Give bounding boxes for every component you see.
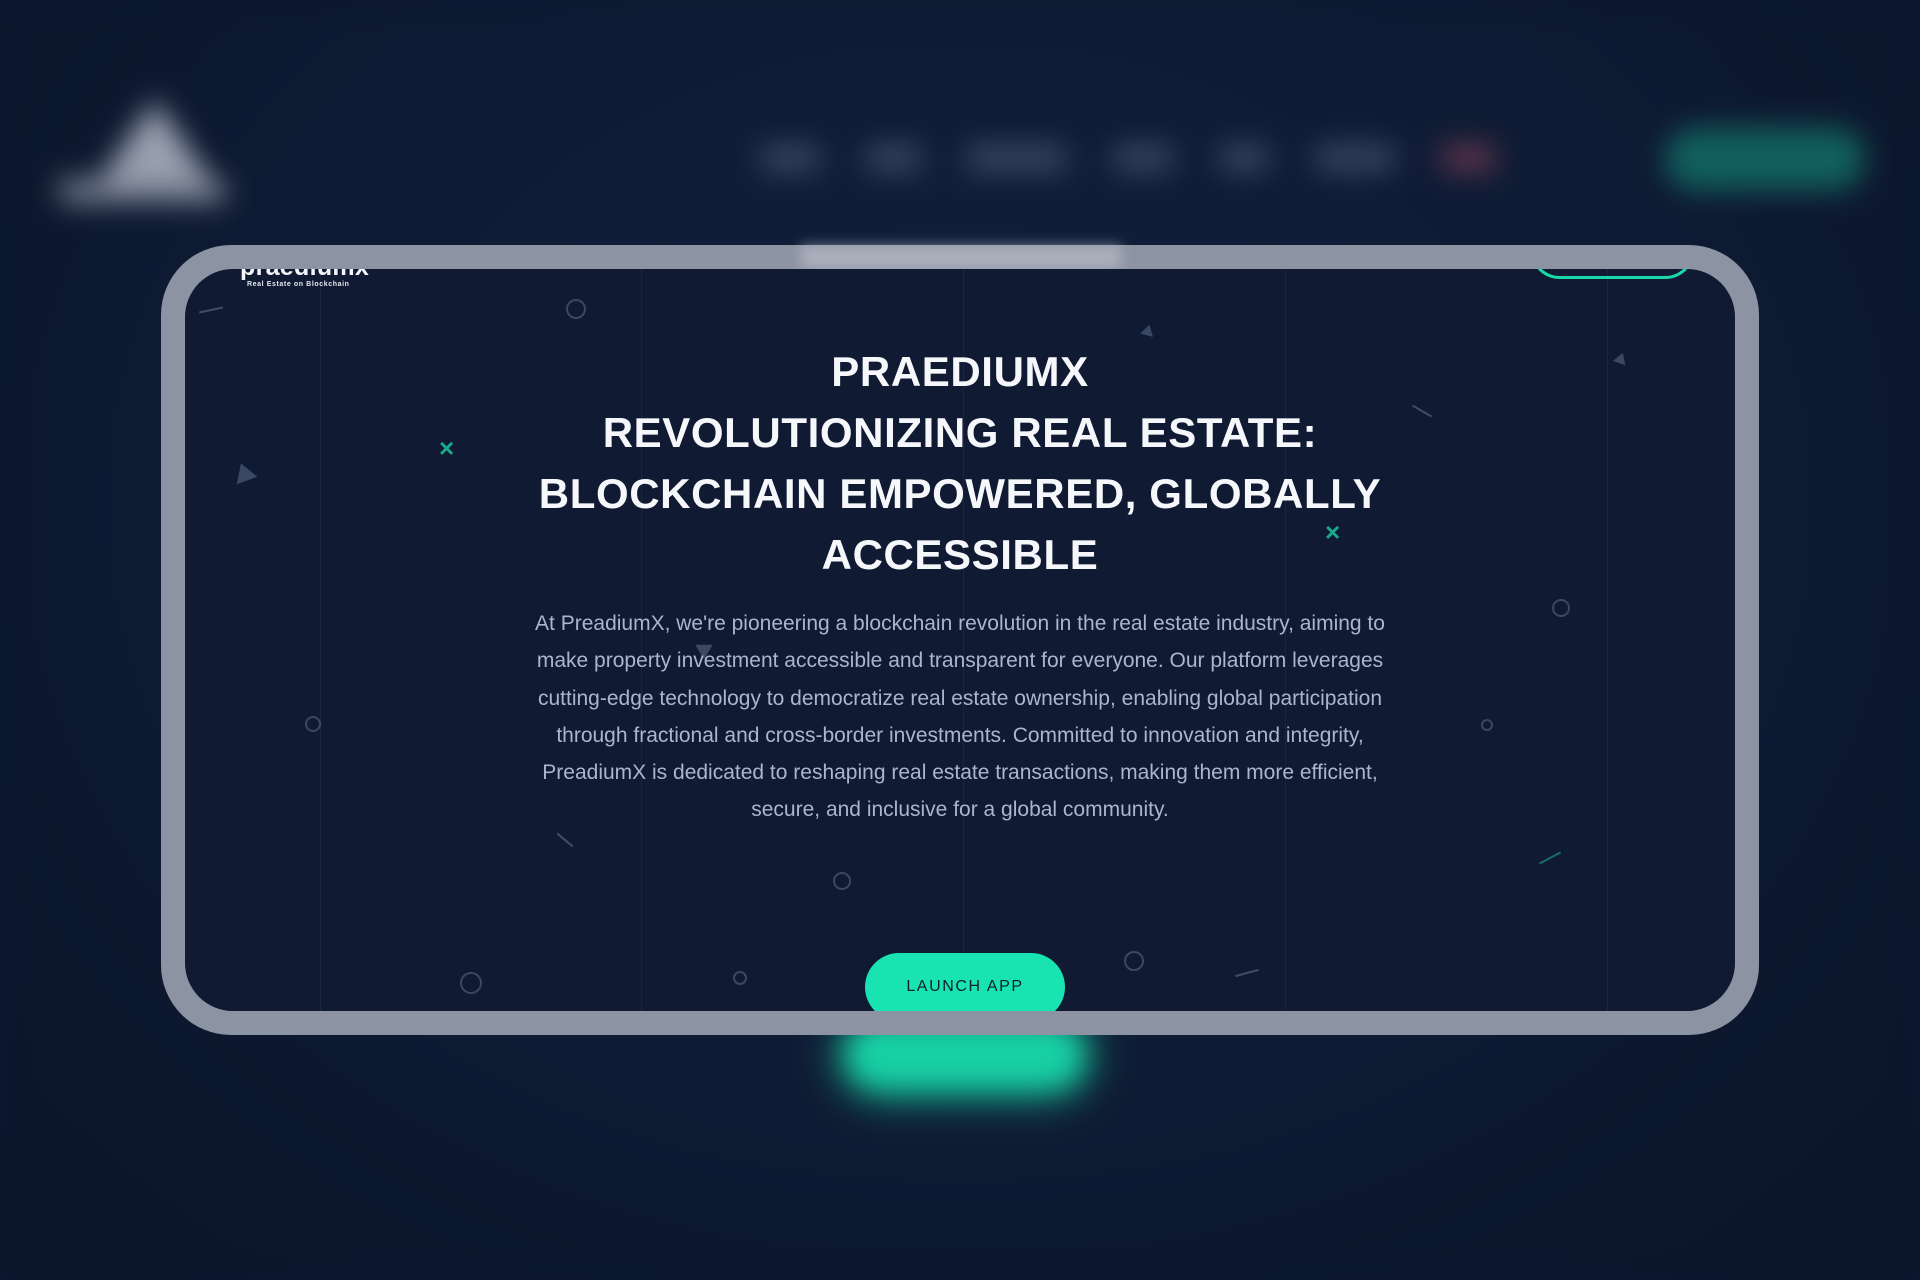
background-nav-item <box>1315 145 1395 171</box>
hero-title-line: BLOCKCHAIN EMPOWERED, GLOBALLY <box>538 470 1382 517</box>
frame-highlight <box>801 245 1121 269</box>
circle-icon <box>566 299 586 319</box>
circle-icon <box>1552 599 1570 617</box>
launch-app-button[interactable]: LAUNCH APP <box>865 953 1065 1011</box>
hero-title-line: ACCESSIBLE <box>821 531 1099 578</box>
hero-title: PRAEDIUMX REVOLUTIONIZING REAL ESTATE: B… <box>185 341 1735 585</box>
dash-icon <box>556 832 574 848</box>
background-nav-item <box>1113 145 1173 171</box>
dash-icon <box>1538 851 1562 865</box>
logo-triangle-icon <box>100 100 210 180</box>
device-screen: × × praediumx Real Estate on Blockchain … <box>185 269 1735 1011</box>
circle-icon <box>1481 719 1493 731</box>
background-nav-item <box>1441 145 1496 171</box>
background-nav-item <box>1219 145 1269 171</box>
dash-icon <box>1235 968 1259 978</box>
circle-icon <box>733 971 747 985</box>
background-nav-item <box>760 145 820 171</box>
logo-wordmark-shape <box>60 180 225 202</box>
circle-icon <box>460 972 482 994</box>
device-frame: × × praediumx Real Estate on Blockchain … <box>161 245 1759 1035</box>
circle-icon <box>305 716 321 732</box>
background-nav-item <box>967 145 1067 171</box>
background-cta <box>1665 128 1865 190</box>
circle-icon <box>1124 951 1144 971</box>
circle-icon <box>833 872 851 890</box>
triangle-icon <box>1140 323 1156 337</box>
brand-tagline: Real Estate on Blockchain <box>247 281 350 288</box>
hero-title-line: PRAEDIUMX <box>831 348 1089 395</box>
hero-title-line: REVOLUTIONIZING REAL ESTATE: <box>602 409 1318 456</box>
background-logo <box>60 100 230 210</box>
background-nav-item <box>866 145 921 171</box>
dash-icon <box>199 306 223 314</box>
header-button[interactable] <box>1530 269 1695 279</box>
hero-description: At PreadiumX, we're pioneering a blockch… <box>535 612 1385 822</box>
background-nav <box>760 145 1496 171</box>
